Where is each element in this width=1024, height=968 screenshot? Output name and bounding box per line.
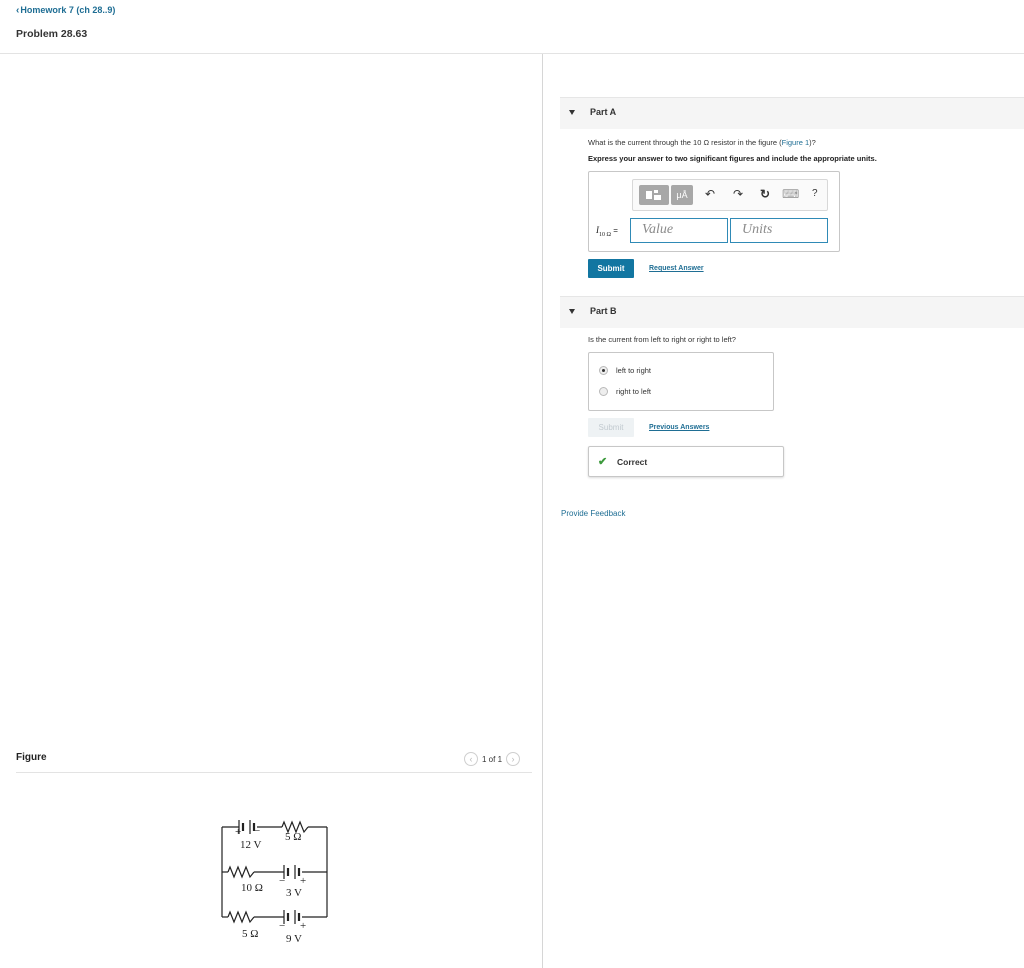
plus-sign: + [300,875,306,887]
chevron-left-icon: ‹ [469,754,473,764]
question-text: What is the current through the 10 Ω res… [588,138,782,147]
figure-label: Figure [16,752,47,763]
math-toolbar: μÅ ↶ ↷ ↻ ⌨ ? [632,179,828,211]
emf-bottom-label: 9 V [286,933,302,945]
question-text-end: )? [809,138,816,147]
part-a-question: What is the current through the 10 Ω res… [588,138,816,147]
figure-prev-button[interactable]: ‹ [464,752,478,766]
option-label: left to right [616,366,652,375]
reset-icon[interactable]: ↻ [760,187,770,201]
resistor-bottom [227,910,255,924]
pane-divider[interactable] [542,54,543,968]
plus-sign: + [235,826,241,838]
part-b-title: Part B [590,306,617,316]
equals-sign: = [613,226,618,235]
figure-link[interactable]: Figure 1 [782,138,810,147]
redo-icon[interactable]: ↷ [733,187,743,201]
problem-title: Problem 28.63 [16,28,88,40]
minus-sign: − [254,825,260,837]
part-b-question: Is the current from left to right or rig… [588,335,736,344]
part-b-submit-button[interactable]: Submit [588,418,634,437]
variable-label: I10 Ω = [596,225,618,238]
radio-group: left to right right to left [588,352,774,411]
units-button[interactable]: μÅ [671,185,693,205]
part-a-submit-button[interactable]: Submit [588,259,634,278]
circuit-diagram: + − 12 V 5 Ω 10 Ω − + 3 V 5 Ω − + 9 V [221,820,328,945]
minus-sign: − [279,920,285,932]
figure-divider [16,772,532,773]
part-b-header[interactable]: Part B [560,296,1024,328]
battery-middle [283,865,301,879]
emf-middle-label: 3 V [286,887,302,899]
option-left-to-right[interactable]: left to right [599,366,651,375]
option-label: right to left [616,387,652,396]
resistor-top-label: 5 Ω [285,831,301,843]
top-bar: ‹Homework 7 (ch 28..9) Problem 28.63 [0,0,1024,54]
status-text: Correct [617,457,648,467]
emf-top-label: 12 V [240,839,262,851]
radio-selected[interactable] [599,366,608,375]
radio-unselected[interactable] [599,387,608,396]
previous-answers-link[interactable]: Previous Answers [649,424,709,431]
option-right-to-left[interactable]: right to left [599,387,651,396]
templates-icon [646,190,661,200]
chevron-left-icon: ‹ [16,5,20,16]
templates-button[interactable] [639,185,669,205]
request-answer-link[interactable]: Request Answer [649,265,704,272]
caret-down-icon [569,309,575,314]
resistor-middle-label: 10 Ω [241,882,263,894]
part-a-title: Part A [590,107,617,117]
caret-down-icon [569,110,575,115]
part-a-header[interactable]: Part A [560,97,1024,129]
undo-icon[interactable]: ↶ [705,187,715,201]
chevron-right-icon: › [511,754,515,764]
back-link-label: Homework 7 (ch 28..9) [20,5,116,15]
help-icon[interactable]: ? [812,188,818,199]
variable-subscript: 10 Ω [599,231,611,238]
value-input[interactable]: Value [630,218,728,243]
minus-sign: − [279,875,285,887]
figure-page-count: 1 of 1 [482,754,503,764]
provide-feedback-link[interactable]: Provide Feedback [561,509,625,518]
resistor-bottom-label: 5 Ω [242,928,258,940]
plus-sign: + [300,920,306,932]
checkmark-icon: ✔ [598,456,608,468]
units-input[interactable]: Units [730,218,828,243]
battery-top [238,820,256,834]
keyboard-icon[interactable]: ⌨ [782,187,799,201]
back-to-homework-link[interactable]: ‹Homework 7 (ch 28..9) [16,5,115,16]
feedback-correct: ✔ Correct [588,446,784,477]
resistor-middle [227,865,255,879]
figure-pagination: ‹ 1 of 1 › [464,751,521,767]
battery-bottom [283,910,301,924]
part-a-instruction: Express your answer to two significant f… [588,154,877,163]
figure-next-button[interactable]: › [506,752,521,766]
